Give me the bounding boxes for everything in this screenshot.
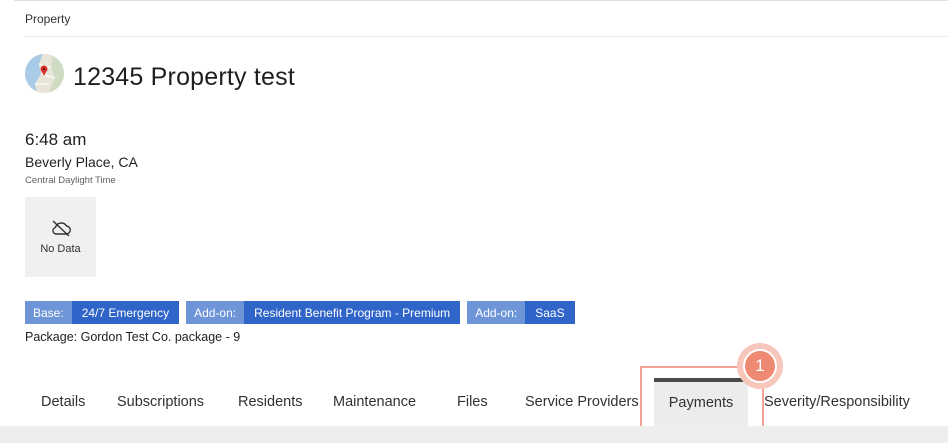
top-divider bbox=[14, 0, 948, 1]
badge-addon-rbp: Add-on: Resident Benefit Program - Premi… bbox=[186, 301, 461, 324]
badge-value: SaaS bbox=[525, 301, 575, 324]
tab-residents[interactable]: Residents bbox=[238, 394, 302, 410]
breadcrumb-divider bbox=[25, 36, 948, 37]
tab-service-providers[interactable]: Service Providers bbox=[525, 394, 639, 410]
weather-card: No Data bbox=[25, 197, 96, 277]
subscription-badges: Base: 24/7 Emergency Add-on: Resident Be… bbox=[25, 301, 575, 324]
weather-status-label: No Data bbox=[40, 243, 81, 255]
timezone-label: Central Daylight Time bbox=[25, 175, 116, 186]
local-time: 6:48 am bbox=[25, 130, 87, 149]
property-tabs: Details Subscriptions Residents Maintena… bbox=[0, 378, 948, 426]
tab-payments[interactable]: Payments bbox=[654, 378, 748, 426]
badge-addon-saas: Add-on: SaaS bbox=[467, 301, 575, 324]
tab-subscriptions[interactable]: Subscriptions bbox=[117, 394, 204, 410]
tab-maintenance[interactable]: Maintenance bbox=[333, 394, 416, 410]
breadcrumb[interactable]: Property bbox=[25, 12, 70, 26]
badge-key: Add-on: bbox=[467, 301, 526, 324]
tab-severity-responsibility[interactable]: Severity/Responsibility bbox=[764, 394, 910, 410]
step-marker: 1 bbox=[737, 343, 783, 389]
badge-value: 24/7 Emergency bbox=[71, 301, 180, 324]
badge-value: Resident Benefit Program - Premium bbox=[244, 301, 461, 324]
tab-files[interactable]: Files bbox=[457, 394, 488, 410]
tab-payments-label: Payments bbox=[668, 395, 734, 411]
badge-key: Add-on: bbox=[186, 301, 245, 324]
location-label: Beverly Place, CA bbox=[25, 154, 138, 170]
map-thumbnail-icon bbox=[25, 54, 64, 93]
package-label: Package: Gordon Test Co. package - 9 bbox=[25, 330, 241, 344]
cloud-off-icon bbox=[51, 220, 71, 237]
content-area-background bbox=[0, 426, 948, 443]
tab-details[interactable]: Details bbox=[41, 394, 85, 410]
page-title: 12345 Property test bbox=[73, 63, 295, 91]
step-number: 1 bbox=[743, 349, 777, 383]
badge-base: Base: 24/7 Emergency bbox=[25, 301, 180, 324]
badge-key: Base: bbox=[25, 301, 72, 324]
active-tab-indicator bbox=[654, 378, 748, 382]
